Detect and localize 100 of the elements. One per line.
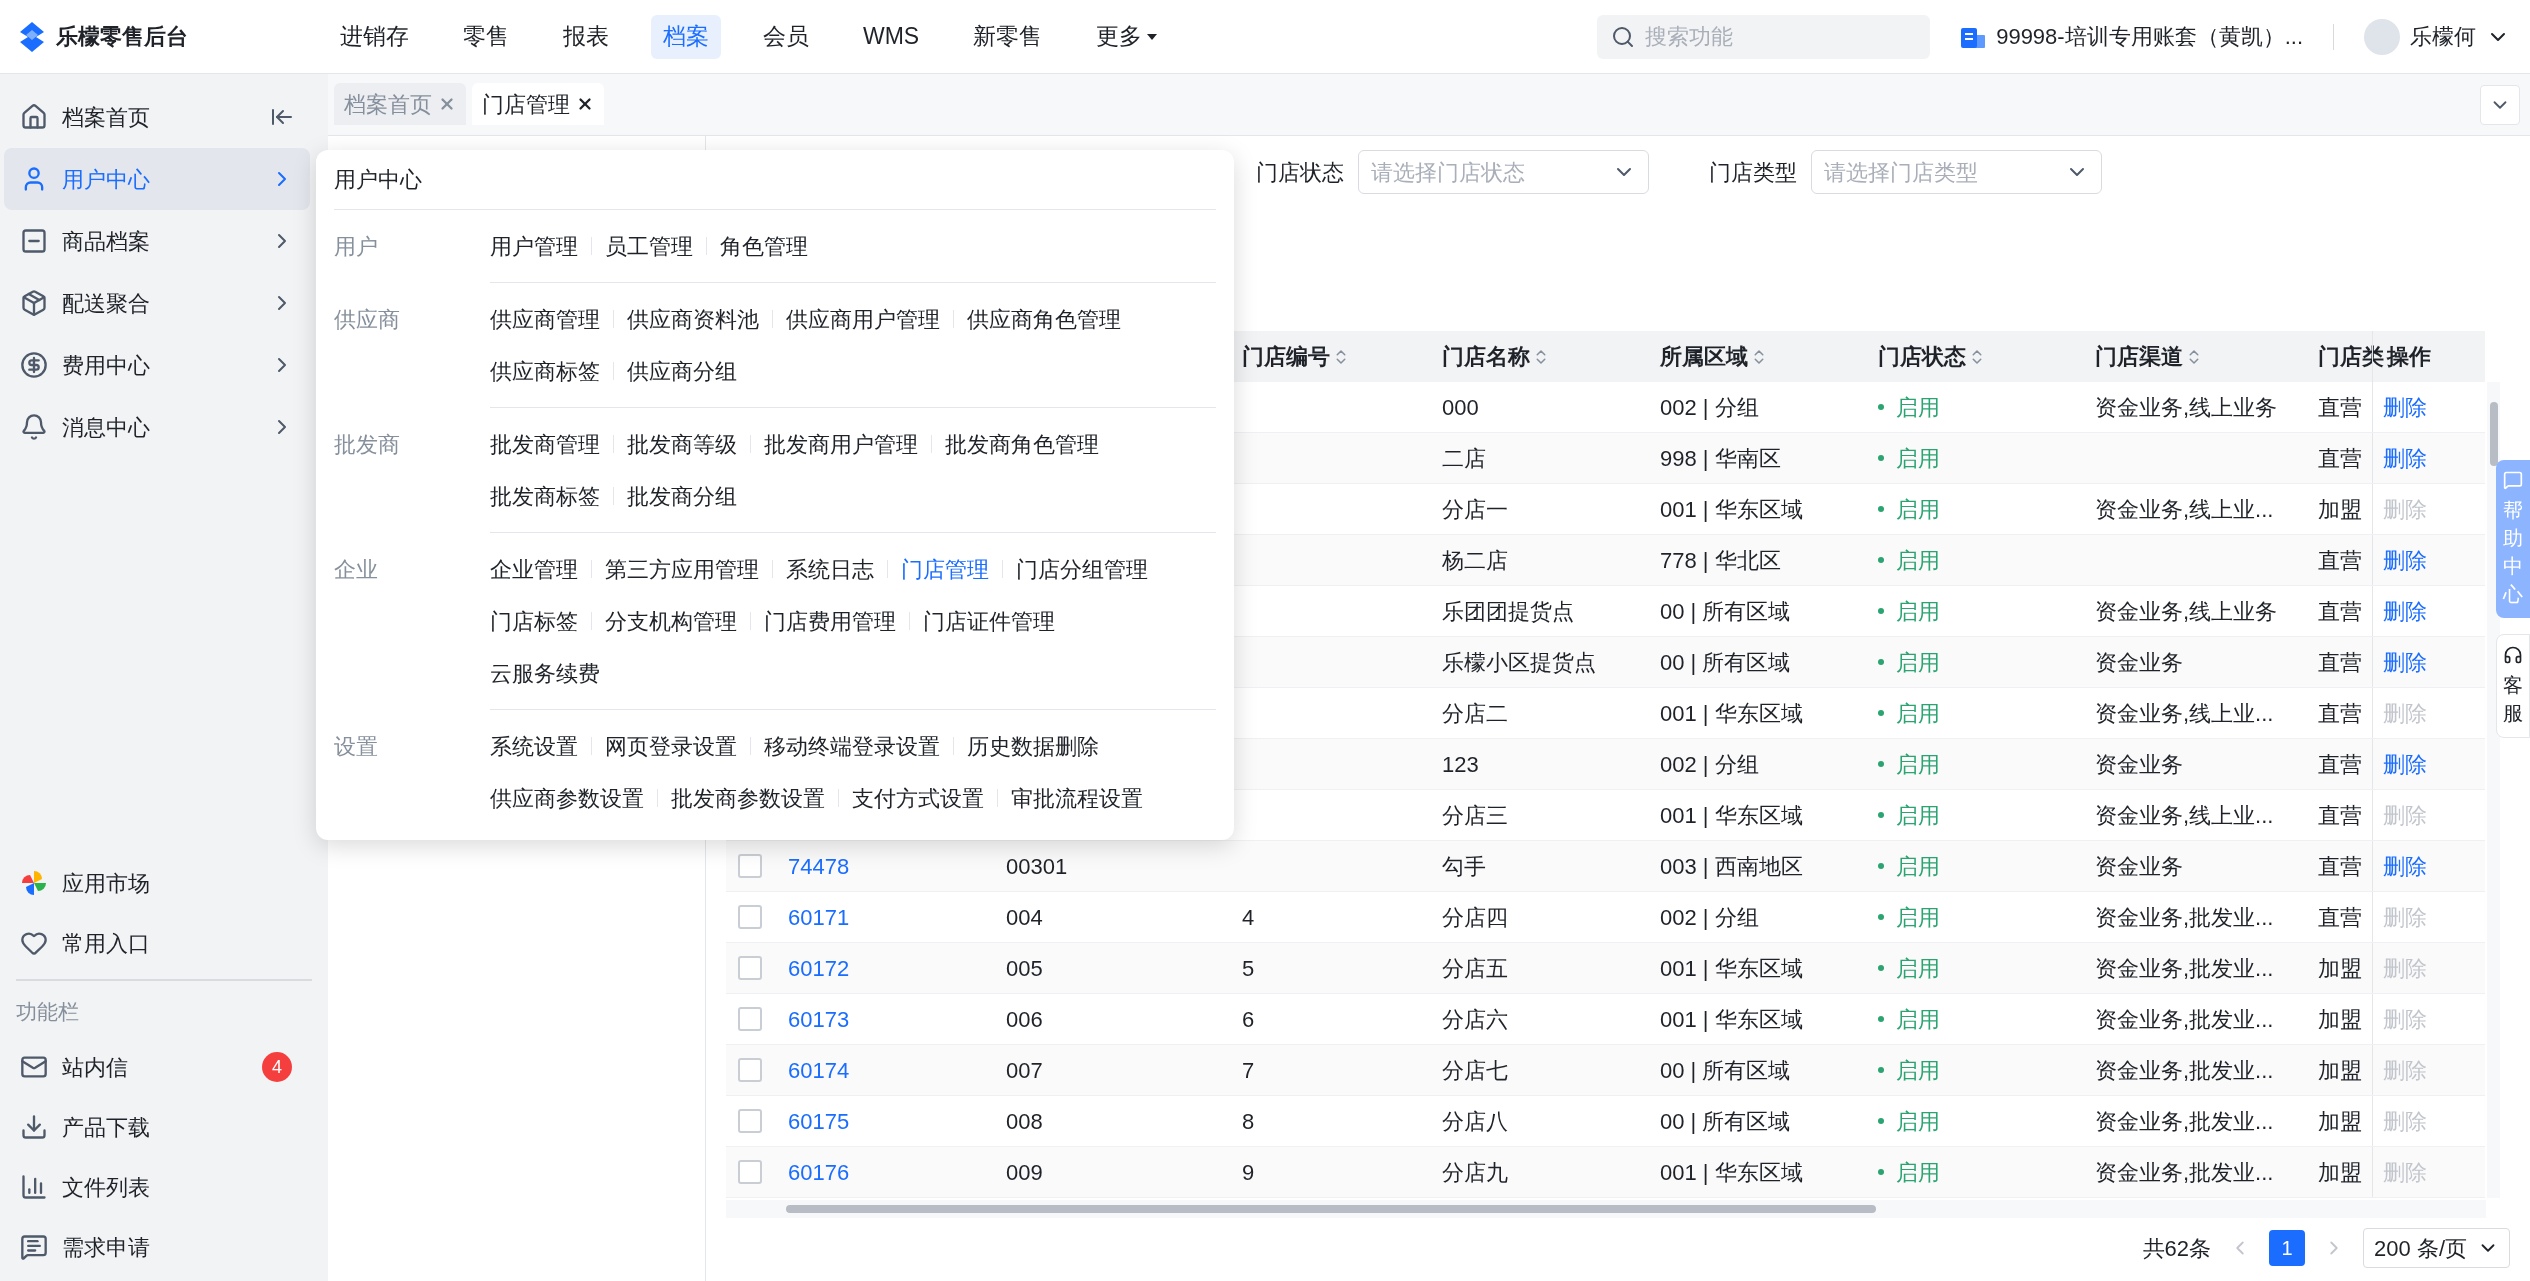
close-icon[interactable] (576, 95, 594, 113)
menu-link[interactable]: 门店管理 (888, 552, 1002, 586)
sidebar-item[interactable]: 产品下载 (0, 1097, 328, 1157)
menu-link[interactable]: 审批流程设置 (998, 781, 1156, 815)
menu-link[interactable]: 批发商参数设置 (658, 781, 838, 815)
nav-tab[interactable]: WMS (851, 14, 932, 59)
sidebar-item[interactable]: 配送聚合 (4, 272, 310, 334)
menu-link[interactable]: 供应商角色管理 (954, 302, 1134, 336)
search-field[interactable]: 搜索功能 (1597, 14, 1931, 59)
menu-link[interactable]: 批发商用户管理 (751, 427, 931, 461)
menu-link[interactable]: 第三方应用管理 (592, 552, 772, 586)
menu-link[interactable]: 批发商等级 (614, 427, 750, 461)
menu-link[interactable]: 企业管理 (477, 552, 591, 586)
column-header[interactable]: 所属区域 (1660, 340, 1748, 373)
sidebar-label: 应用市场 (62, 869, 150, 898)
menu-link[interactable]: 网页登录设置 (592, 729, 750, 763)
store-id-link[interactable]: 60175 (788, 1104, 850, 1138)
menu-link[interactable]: 门店分组管理 (1003, 552, 1161, 586)
delete-link[interactable]: 删除 (2383, 543, 2427, 577)
row-checkbox[interactable] (738, 1109, 762, 1133)
nav-tab[interactable]: 新零售 (961, 14, 1055, 59)
column-header[interactable]: 门店编号 (1242, 340, 1330, 373)
user-name[interactable]: 乐檬何 (2410, 20, 2476, 53)
menu-link[interactable]: 云服务续费 (477, 656, 613, 690)
customer-service-tab[interactable]: 客服 (2496, 634, 2530, 738)
column-header[interactable]: 门店名称 (1442, 340, 1530, 373)
delete-link[interactable]: 删除 (2383, 441, 2427, 475)
sidebar-item[interactable]: 商品档案 (4, 210, 310, 272)
delete-link[interactable]: 删除 (2383, 594, 2427, 628)
menu-link[interactable]: 员工管理 (592, 229, 706, 263)
sidebar-label: 产品下载 (62, 1113, 151, 1142)
menu-link[interactable]: 系统设置 (477, 729, 591, 763)
page-button[interactable]: 1 (2269, 1230, 2306, 1266)
sidebar-item[interactable]: 常用入口 (0, 913, 328, 973)
page-size-select[interactable]: 200 条/页 (2363, 1228, 2510, 1268)
menu-link[interactable]: 供应商参数设置 (477, 781, 657, 815)
menu-link[interactable]: 分支机构管理 (592, 604, 750, 638)
sidebar-item[interactable]: 消息中心 (4, 396, 310, 458)
row-checkbox[interactable] (738, 1160, 762, 1184)
sidebar-item[interactable]: 费用中心 (4, 334, 310, 396)
sidebar-label: 消息中心 (62, 413, 151, 442)
row-checkbox[interactable] (738, 905, 762, 929)
menu-link[interactable]: 门店标签 (477, 604, 591, 638)
menu-link[interactable]: 批发商分组 (614, 479, 750, 513)
nav-tab[interactable]: 进销存 (328, 14, 421, 59)
delete-link[interactable]: 删除 (2383, 645, 2427, 679)
table-cell-text: 直营 (2318, 801, 2362, 830)
row-checkbox[interactable] (738, 956, 762, 980)
nav-tab[interactable]: 报表 (551, 14, 621, 59)
avatar[interactable] (2364, 18, 2400, 55)
menu-link[interactable]: 支付方式设置 (839, 781, 997, 815)
account-name[interactable]: 99998-培训专用账套（黄凯）... (1996, 20, 2303, 53)
column-header[interactable]: 操作 (2387, 340, 2431, 373)
menu-link[interactable]: 供应商管理 (477, 302, 613, 336)
store-id-link[interactable]: 60171 (788, 900, 850, 934)
menu-link[interactable]: 供应商用户管理 (773, 302, 953, 336)
delete-link[interactable]: 删除 (2383, 849, 2427, 883)
menu-link[interactable]: 角色管理 (707, 229, 821, 263)
status-text: 启用 (1896, 1005, 1940, 1034)
delete-link[interactable]: 删除 (2383, 747, 2427, 781)
tabs-menu-button[interactable] (2480, 85, 2520, 125)
column-header[interactable]: 门店状态 (1878, 340, 1966, 373)
row-checkbox[interactable] (738, 1007, 762, 1031)
sidebar-item[interactable]: 档案首页 (4, 86, 310, 148)
horizontal-scrollbar[interactable] (726, 1200, 2486, 1218)
menu-link[interactable]: 系统日志 (773, 552, 887, 586)
nav-tab[interactable]: 更多 (1084, 14, 1171, 59)
nav-tab[interactable]: 档案 (651, 14, 721, 59)
menu-link[interactable]: 门店费用管理 (751, 604, 909, 638)
vertical-scrollbar[interactable] (2487, 382, 2500, 1198)
menu-link[interactable]: 批发商管理 (477, 427, 613, 461)
menu-link[interactable]: 历史数据删除 (954, 729, 1112, 763)
menu-link[interactable]: 供应商分组 (614, 354, 750, 388)
store-id-link[interactable]: 60174 (788, 1053, 850, 1087)
store-id-link[interactable]: 74478 (788, 849, 850, 883)
menu-link[interactable]: 批发商标签 (477, 479, 613, 513)
store-id-link[interactable]: 60176 (788, 1155, 850, 1189)
column-header[interactable]: 门店渠道 (2095, 340, 2183, 373)
nav-tab[interactable]: 会员 (751, 14, 821, 59)
menu-link[interactable]: 用户管理 (477, 229, 591, 263)
row-checkbox[interactable] (738, 1058, 762, 1082)
table-cell-text: 资金业务,批发业... (2095, 1056, 2274, 1085)
page-tab[interactable]: 门店管理 (472, 83, 604, 125)
sidebar-item[interactable]: 文件列表 (0, 1157, 328, 1217)
sidebar-item[interactable]: 需求申请 (0, 1217, 328, 1277)
menu-link[interactable]: 门店证件管理 (910, 604, 1068, 638)
sidebar-item[interactable]: 站内信 4 (0, 1037, 328, 1097)
table-cell-text: 4 (1242, 903, 1255, 932)
store-id-link[interactable]: 60172 (788, 951, 850, 985)
sidebar-item[interactable]: 应用市场 (0, 853, 328, 913)
table-cell-text: 008 (1006, 1107, 1043, 1136)
row-checkbox[interactable] (738, 854, 762, 878)
sidebar-item[interactable]: 用户中心 (4, 148, 310, 210)
store-id-link[interactable]: 60173 (788, 1002, 850, 1036)
nav-tab[interactable]: 零售 (451, 14, 521, 59)
menu-link[interactable]: 批发商角色管理 (932, 427, 1112, 461)
delete-link[interactable]: 删除 (2383, 390, 2427, 424)
menu-link[interactable]: 移动终端登录设置 (751, 729, 953, 763)
menu-link[interactable]: 供应商资料池 (614, 302, 772, 336)
menu-link[interactable]: 供应商标签 (477, 354, 613, 388)
